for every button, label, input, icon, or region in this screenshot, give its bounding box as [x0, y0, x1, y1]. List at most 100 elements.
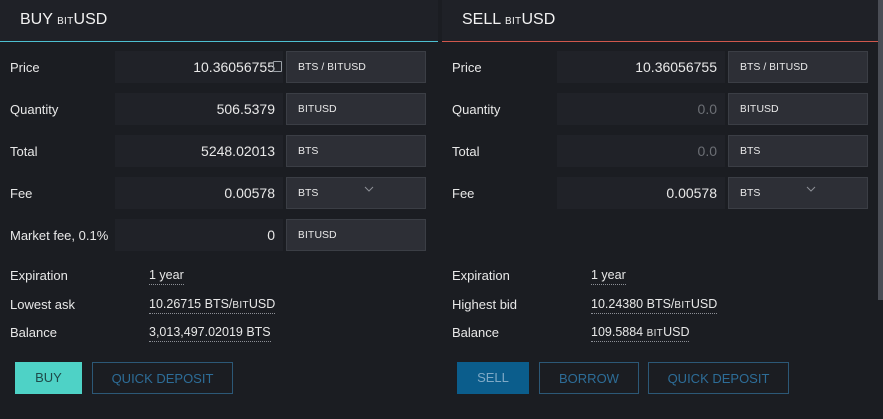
- buy-lowest-ask-value[interactable]: 10.26715 BTS/BITUSD: [149, 297, 276, 314]
- buy-market-fee-value: 0: [267, 227, 275, 243]
- sell-title: SELL: [462, 11, 501, 28]
- sell-panel-header: SELL BITUSD: [442, 0, 880, 42]
- buy-price-unit: BTS / BITUSD: [286, 51, 426, 83]
- sell-price-row: Price 10.36056755 BTS / BITUSD: [442, 51, 880, 83]
- buy-price-value: 10.36056755: [193, 59, 275, 75]
- sell-fee-row: Fee 0.00578 BTS: [442, 177, 880, 209]
- sell-highest-bid-amount: 10.24380 BTS/: [591, 297, 675, 311]
- sell-quantity-unit-prefix: BIT: [740, 104, 757, 115]
- sell-price-unit: BTS / BITUSD: [728, 51, 868, 83]
- sell-balance-value[interactable]: 109.5884 BITUSD: [591, 325, 690, 342]
- sell-balance-row: Balance 109.5884 BITUSD: [442, 325, 880, 347]
- buy-balance-label: Balance: [10, 325, 57, 340]
- buy-lowest-ask-label: Lowest ask: [10, 297, 76, 312]
- sell-quantity-row: Quantity 0.0 BITUSD: [442, 93, 880, 125]
- sell-button[interactable]: SELL: [457, 362, 529, 394]
- buy-quantity-input[interactable]: 506.5379: [115, 93, 283, 125]
- buy-market-fee-unit: BITUSD: [286, 219, 426, 251]
- sell-balance-asset: USD: [663, 325, 690, 339]
- buy-lowest-ask-asset: USD: [248, 297, 276, 311]
- sell-total-input[interactable]: 0.0: [557, 135, 725, 167]
- sell-quantity-label: Quantity: [452, 102, 501, 117]
- sell-highest-bid-value[interactable]: 10.24380 BTS/BITUSD: [591, 297, 718, 314]
- buy-fee-value: 0.00578: [224, 185, 275, 201]
- buy-lowest-ask-prefix: BIT: [232, 300, 249, 311]
- sell-quick-deposit-button[interactable]: QUICK DEPOSIT: [648, 362, 789, 394]
- sell-quantity-unit-asset: USD: [756, 103, 779, 115]
- vertical-scrollbar[interactable]: [878, 0, 883, 300]
- sell-fee-asset-select[interactable]: BTS: [728, 177, 868, 209]
- sell-fee-asset: BTS: [740, 187, 761, 199]
- sell-fee-value-box: 0.00578: [557, 177, 725, 209]
- buy-market-fee-unit-prefix: BIT: [298, 230, 315, 241]
- buy-balance-value[interactable]: 3,013,497.02019 BTS: [149, 325, 271, 342]
- sell-price-unit-prefix: BIT: [769, 62, 786, 73]
- chevron-down-icon: [806, 186, 816, 192]
- buy-fee-asset-select[interactable]: BTS: [286, 177, 426, 209]
- buy-market-fee-row: Market fee, 0.1% 0 BITUSD: [0, 219, 438, 251]
- sell-quantity-unit: BITUSD: [728, 93, 868, 125]
- sell-highest-bid-row: Highest bid 10.24380 BTS/BITUSD: [442, 297, 880, 319]
- borrow-button[interactable]: BORROW: [539, 362, 639, 394]
- buy-expiration-label: Expiration: [10, 268, 68, 283]
- sell-fee-value: 0.00578: [666, 185, 717, 201]
- buy-asset-prefix: BIT: [57, 16, 74, 27]
- buy-asset: USD: [73, 11, 108, 28]
- buy-total-label: Total: [10, 144, 38, 159]
- sell-price-unit-base: BTS /: [740, 61, 770, 73]
- sell-balance-prefix: BIT: [646, 328, 664, 339]
- sell-panel: SELL BITUSD Price 10.36056755 BTS / BITU…: [442, 0, 880, 419]
- buy-price-input[interactable]: 10.36056755: [115, 51, 283, 83]
- buy-price-unit-base: BTS /: [298, 61, 328, 73]
- sell-price-input[interactable]: 10.36056755: [557, 51, 725, 83]
- sell-asset-prefix: BIT: [505, 16, 522, 27]
- buy-total-input[interactable]: 5248.02013: [115, 135, 283, 167]
- sell-quantity-input[interactable]: 0.0: [557, 93, 725, 125]
- sell-balance-label: Balance: [452, 325, 499, 340]
- buy-market-fee-unit-asset: USD: [314, 229, 337, 241]
- sell-expiration-row: Expiration 1 year: [442, 268, 880, 290]
- buy-expiration-row: Expiration 1 year: [0, 268, 438, 290]
- sell-price-value: 10.36056755: [635, 59, 717, 75]
- buy-panel: BUY BITUSD Price 10.36056755 BTS / BITUS…: [0, 0, 438, 419]
- buy-balance-row: Balance 3,013,497.02019 BTS: [0, 325, 438, 347]
- buy-expiration-value[interactable]: 1 year: [149, 268, 184, 285]
- buy-quick-deposit-button[interactable]: QUICK DEPOSIT: [92, 362, 233, 394]
- copy-icon[interactable]: [273, 61, 282, 72]
- buy-quantity-unit-prefix: BIT: [298, 104, 315, 115]
- buy-fee-asset: BTS: [298, 187, 319, 199]
- sell-total-value: 0.0: [697, 143, 717, 159]
- buy-price-unit-asset: USD: [343, 61, 366, 73]
- sell-price-label: Price: [452, 60, 482, 75]
- buy-price-row: Price 10.36056755 BTS / BITUSD: [0, 51, 438, 83]
- sell-asset: USD: [521, 11, 556, 28]
- buy-price-unit-prefix: BIT: [327, 62, 344, 73]
- buy-panel-header: BUY BITUSD: [0, 0, 438, 42]
- sell-price-unit-asset: USD: [785, 61, 808, 73]
- sell-total-unit: BTS: [728, 135, 868, 167]
- buy-button[interactable]: BUY: [15, 362, 82, 394]
- buy-market-fee-label: Market fee, 0.1%: [10, 228, 109, 243]
- exchange-order-page: BUY BITUSD Price 10.36056755 BTS / BITUS…: [0, 0, 883, 419]
- buy-quantity-row: Quantity 506.5379 BITUSD: [0, 93, 438, 125]
- sell-highest-bid-asset: USD: [690, 297, 718, 311]
- chevron-down-icon: [364, 186, 374, 192]
- sell-quantity-value: 0.0: [697, 101, 717, 117]
- sell-total-label: Total: [452, 144, 480, 159]
- sell-highest-bid-label: Highest bid: [452, 297, 518, 312]
- sell-expiration-label: Expiration: [452, 268, 510, 283]
- sell-balance-amount: 109.5884: [591, 325, 647, 339]
- buy-lowest-ask-amount: 10.26715 BTS/: [149, 297, 233, 311]
- buy-quantity-unit-asset: USD: [314, 103, 337, 115]
- buy-lowest-ask-row: Lowest ask 10.26715 BTS/BITUSD: [0, 297, 438, 319]
- sell-fee-label: Fee: [452, 186, 475, 201]
- sell-highest-bid-prefix: BIT: [674, 300, 691, 311]
- buy-total-row: Total 5248.02013 BTS: [0, 135, 438, 167]
- buy-price-label: Price: [10, 60, 40, 75]
- sell-expiration-value[interactable]: 1 year: [591, 268, 626, 285]
- buy-quantity-label: Quantity: [10, 102, 59, 117]
- buy-fee-value-box: 0.00578: [115, 177, 283, 209]
- buy-total-unit: BTS: [286, 135, 426, 167]
- buy-total-value: 5248.02013: [201, 143, 275, 159]
- buy-fee-row: Fee 0.00578 BTS: [0, 177, 438, 209]
